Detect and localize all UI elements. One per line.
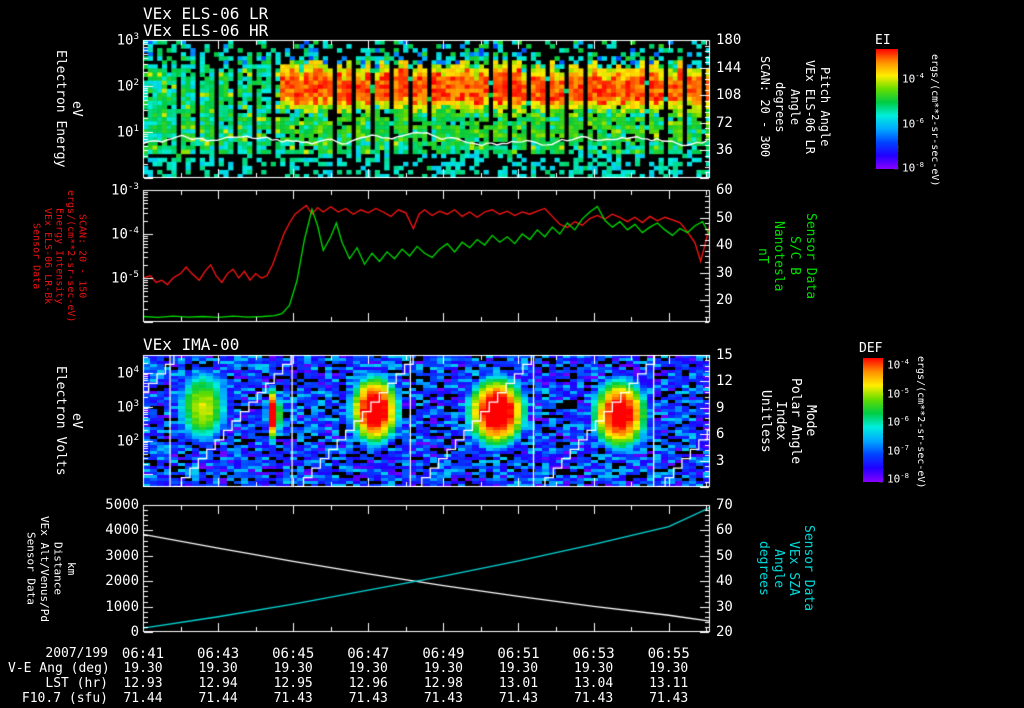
table-cell: 71.43 <box>273 691 313 706</box>
els-colorbar <box>876 49 898 169</box>
panel1-title-line2: VEx ELS-06 HR <box>143 21 269 40</box>
table-row-label: F10.7 (sfu) <box>21 691 108 706</box>
panel4-left-axis-label: Sensor Data VEx Alt/Venus/Pd Distance km <box>24 515 79 622</box>
panel4-right-axis-label: Sensor Data VEx SZA Angle degrees <box>756 525 816 612</box>
table-cell: 13.04 <box>574 676 614 691</box>
table-cell: 71.43 <box>574 691 614 706</box>
right-tick-label: 40 <box>716 237 733 253</box>
date-label: 2007/199 <box>45 646 108 661</box>
panel1-y-axis-label: Electron Energy eV <box>53 50 84 168</box>
table-row-label: LST (hr) <box>45 676 108 691</box>
table-cell: 19.30 <box>498 661 539 676</box>
table-cell: 71.44 <box>123 691 163 706</box>
colorbar-units-label: ergs/(cm**2-sr-sec-eV) <box>915 355 926 489</box>
table-cell: 71.43 <box>649 691 689 706</box>
right-tick-label: 20 <box>716 292 733 308</box>
time-tick-label: 06:41 <box>121 646 165 662</box>
table-cell: 71.43 <box>498 691 539 706</box>
right-tick-label: 180 <box>716 32 742 48</box>
right-tick-label: 3 <box>716 453 725 469</box>
time-tick-label: 06:47 <box>347 646 390 662</box>
right-tick-label: 70 <box>716 497 733 513</box>
table-cell: 71.43 <box>348 691 388 706</box>
table-cell: 71.43 <box>423 691 463 706</box>
table-cell: 13.11 <box>649 676 689 691</box>
time-tick-label: 06:45 <box>272 646 315 662</box>
right-tick-label: 60 <box>716 182 733 198</box>
right-tick-label: 50 <box>716 548 733 564</box>
table-cell: 19.30 <box>423 661 463 676</box>
table-cell: 19.30 <box>123 661 163 676</box>
time-tick-label: 06:55 <box>647 646 690 662</box>
right-tick-label: 50 <box>716 210 733 226</box>
table-cell: 12.95 <box>273 676 313 691</box>
panel3-right-axis-label: Mode Polar Angle Index Unitless <box>758 377 818 465</box>
y-tick-label: 5000 <box>105 497 139 513</box>
right-tick-label: 30 <box>716 599 733 615</box>
table-cell: 19.30 <box>348 661 388 676</box>
cdaweb-multi-panel-plot: VEx ELS-06 LR VEx ELS-06 HR VEx IMA-00 E… <box>0 0 1024 708</box>
y-tick-label: 103 <box>116 31 139 49</box>
colorbar-units-label: ergs/(cm**2-sr-sec-eV) <box>929 53 940 187</box>
table-cell: 19.30 <box>198 661 238 676</box>
right-tick-label: 72 <box>716 115 733 131</box>
right-tick-label: 30 <box>716 265 733 281</box>
right-tick-label: 108 <box>716 87 742 103</box>
right-tick-label: 15 <box>716 347 733 363</box>
y-tick-label: 0 <box>130 624 139 640</box>
right-tick-label: 12 <box>716 373 733 389</box>
time-tick-label: 06:43 <box>197 646 240 662</box>
panel3-title: VEx IMA-00 <box>143 335 240 354</box>
right-tick-label: 9 <box>716 400 725 416</box>
y-tick-label: 104 <box>116 364 139 382</box>
right-tick-label: 60 <box>716 522 733 538</box>
y-tick-label: 3000 <box>105 548 139 564</box>
table-row-label: V-E Ang (deg) <box>8 661 110 676</box>
table-cell: 19.30 <box>649 661 689 676</box>
time-tick-label: 06:53 <box>572 646 615 662</box>
y-tick-label: 10-3 <box>111 181 139 199</box>
panel1-right-axis-label: Pitch Angle VEx ELS-06 LR Angle degrees … <box>758 56 832 158</box>
y-tick-label: 101 <box>116 123 139 141</box>
ima-colorbar <box>863 358 883 482</box>
y-tick-label: 4000 <box>105 522 139 538</box>
y-tick-label: 2000 <box>105 573 139 589</box>
table-cell: 12.94 <box>198 676 238 691</box>
table-cell: 12.93 <box>123 676 163 691</box>
right-tick-label: 20 <box>716 624 733 640</box>
table-cell: 19.30 <box>574 661 614 676</box>
y-tick-label: 102 <box>116 77 139 95</box>
right-tick-label: 144 <box>716 60 742 76</box>
table-cell: 19.30 <box>273 661 313 676</box>
table-cell: 13.01 <box>498 676 539 691</box>
right-tick-label: 36 <box>716 142 733 158</box>
table-cell: 12.96 <box>348 676 388 691</box>
table-cell: 12.98 <box>423 676 463 691</box>
time-tick-label: 06:51 <box>497 646 540 662</box>
right-tick-label: 40 <box>716 573 733 589</box>
right-tick-label: 6 <box>716 426 725 442</box>
y-tick-label: 10-5 <box>111 269 139 287</box>
panel3-y-axis-label: Electron Volts eV <box>53 366 84 476</box>
els-colorbar-title: EI <box>875 33 891 48</box>
ima-colorbar-title: DEF <box>859 341 883 356</box>
panel2-right-axis-label: Sensor Data S/C B Nanotesla nT <box>755 212 818 300</box>
y-tick-label: 102 <box>116 432 139 450</box>
table-cell: 71.44 <box>198 691 238 706</box>
y-tick-label: 1000 <box>105 599 139 615</box>
panel2-left-axis-label: Sensor Data VEx ELS-06 LR-Bk Energy Inte… <box>30 189 88 323</box>
time-tick-label: 06:49 <box>422 646 465 662</box>
y-tick-label: 10-4 <box>111 225 139 243</box>
y-tick-label: 103 <box>116 398 139 416</box>
